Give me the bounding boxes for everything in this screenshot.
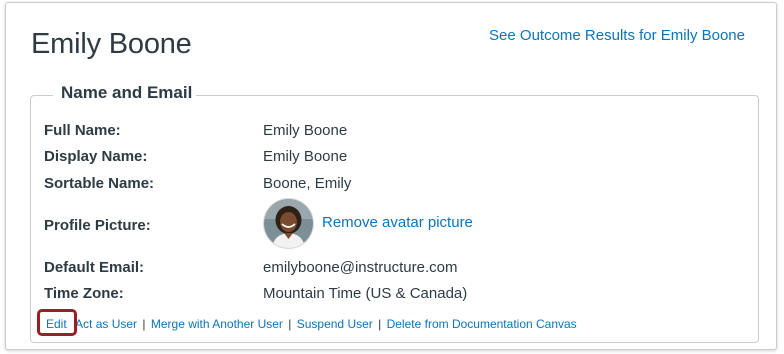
sortable-name-value: Boone, Emily	[263, 175, 352, 192]
default-email-value: emilyboone@instructure.com	[263, 259, 458, 276]
separator: |	[142, 317, 146, 331]
display-name-value: Emily Boone	[263, 148, 348, 165]
avatar-photo	[264, 199, 313, 248]
section-legend: Name and Email	[53, 83, 197, 103]
merge-with-another-user-link[interactable]: Merge with Another User	[151, 317, 283, 331]
separator: |	[378, 317, 382, 331]
profile-picture-label: Profile Picture:	[44, 217, 151, 234]
separator: |	[288, 317, 292, 331]
name-and-email-section: Name and Email Full Name: Emily Boone Di…	[30, 83, 759, 343]
avatar[interactable]	[264, 199, 313, 248]
time-zone-value: Mountain Time (US & Canada)	[263, 285, 468, 302]
user-profile-panel: Emily Boone See Outcome Results for Emil…	[5, 2, 777, 350]
display-name-label: Display Name:	[44, 148, 148, 165]
act-as-user-link[interactable]: Act as User	[75, 317, 137, 331]
full-name-value: Emily Boone	[263, 122, 348, 139]
time-zone-label: Time Zone:	[44, 285, 124, 302]
user-actions-bar: Edit Act as User | Merge with Another Us…	[37, 309, 577, 336]
remove-avatar-picture-link[interactable]: Remove avatar picture	[322, 214, 473, 231]
edit-wrapper: Edit	[37, 309, 77, 336]
page-title: Emily Boone	[31, 28, 192, 60]
sortable-name-label: Sortable Name:	[44, 175, 155, 192]
suspend-user-link[interactable]: Suspend User	[297, 317, 373, 331]
full-name-label: Full Name:	[44, 122, 121, 139]
default-email-label: Default Email:	[44, 259, 145, 276]
see-outcome-results-link[interactable]: See Outcome Results for Emily Boone	[489, 27, 745, 44]
edit-link[interactable]: Edit	[46, 317, 67, 331]
delete-from-canvas-link[interactable]: Delete from Documentation Canvas	[387, 317, 577, 331]
